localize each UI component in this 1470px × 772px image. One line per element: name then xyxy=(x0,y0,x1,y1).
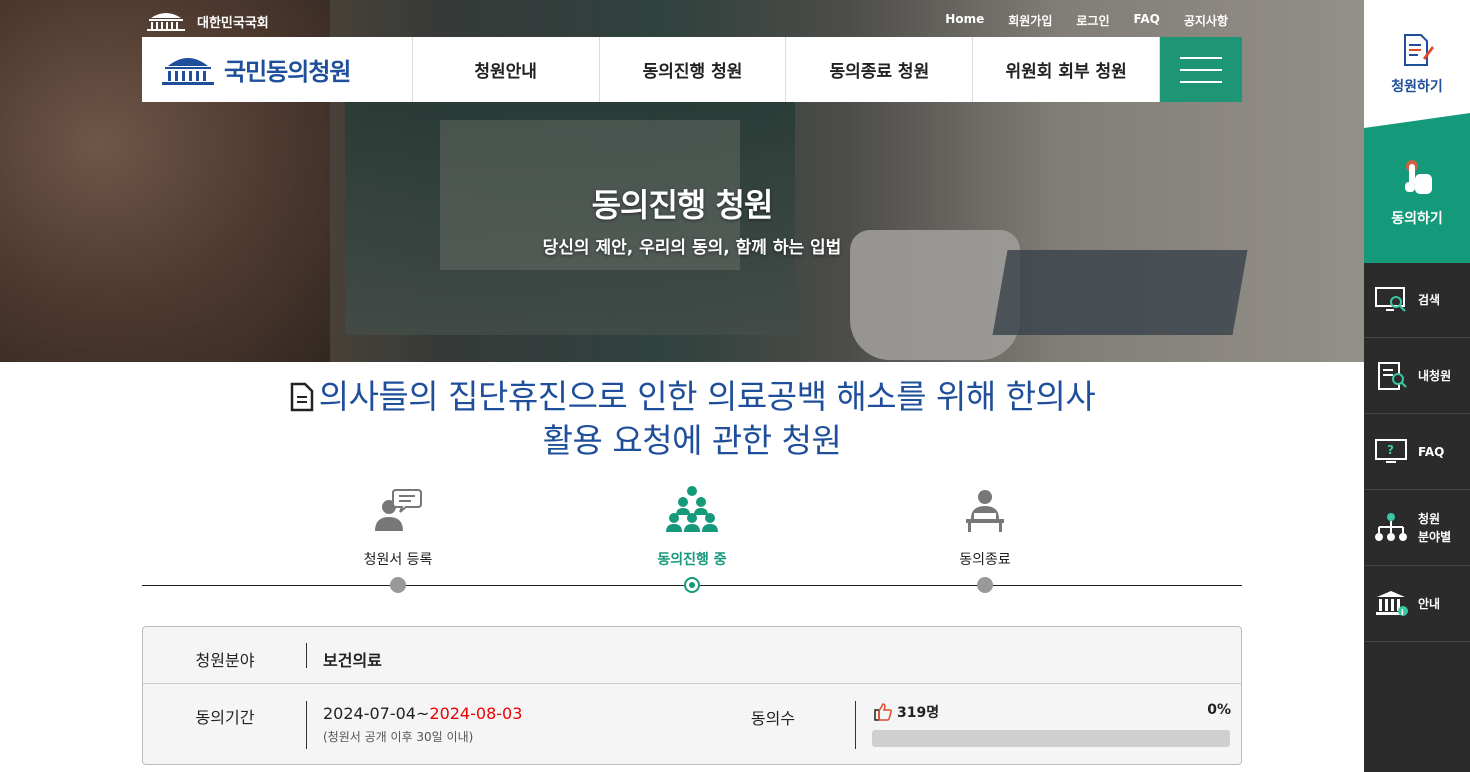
sidebar-menu: 검색 내청원 ? FAQ 청원 분야별 i 안내 xyxy=(1364,262,1470,642)
period-start: 2024-07-04~ xyxy=(323,704,430,723)
hero-subtitle: 당신의 제안, 우리의 동의, 함께 하는 입법 xyxy=(542,238,842,258)
thumbs-up-icon xyxy=(874,703,892,721)
sidebar-item-label: 검색 xyxy=(1418,292,1441,307)
agree-count-value: 319명 xyxy=(897,705,940,721)
write-document-icon xyxy=(1404,34,1434,66)
field-label: 청원분야 xyxy=(195,651,255,670)
agree-percent: 0% xyxy=(1207,702,1231,718)
hamburger-line xyxy=(1180,56,1223,59)
notice-link[interactable]: 공지사항 xyxy=(1184,12,1228,29)
agree-button[interactable]: 동의하기 xyxy=(1364,113,1470,263)
sidebar-item-label: 내청원 xyxy=(1418,368,1452,383)
sidebar-item-faq[interactable]: ? FAQ xyxy=(1364,414,1470,490)
hamburger-menu-button[interactable] xyxy=(1160,37,1242,102)
document-icon xyxy=(290,382,313,412)
hero-banner: 대한민국국회 Home 회원가입 로그인 FAQ 공지사항 국민동의청원 청원안… xyxy=(0,0,1364,362)
hamburger-line xyxy=(1180,80,1223,83)
sidebar-item-label: 청원 분야별 xyxy=(1418,511,1452,544)
right-sidebar: 청원하기 동의하기 검색 내청원 ? FAQ 청원 분야별 i 안내 xyxy=(1364,0,1470,772)
agree-progress-bar xyxy=(872,730,1230,747)
sidebar-item-label: FAQ xyxy=(1418,444,1445,459)
site-logo[interactable]: 국민동의청원 xyxy=(142,37,413,102)
faq-link[interactable]: FAQ xyxy=(1134,12,1160,29)
login-link[interactable]: 로그인 xyxy=(1076,12,1109,29)
signup-link[interactable]: 회원가입 xyxy=(1008,12,1052,29)
divider xyxy=(306,701,307,749)
nav-guide[interactable]: 청원안내 xyxy=(413,37,600,102)
petition-title: 의사들의 집단휴진으로 인한 의료공백 해소를 위해 한의사 활용 요청에 관한… xyxy=(142,375,1242,463)
stage-registered: 청원서 등록 xyxy=(298,478,498,569)
agree-label: 동의하기 xyxy=(1391,211,1443,227)
stage-dot-active xyxy=(684,577,700,593)
search-monitor-icon xyxy=(1375,286,1406,312)
stage-closed: 동의종료 xyxy=(885,478,1085,569)
stage-label: 동의종료 xyxy=(959,552,1011,568)
sidebar-item-label: 안내 xyxy=(1418,596,1441,611)
building-info-icon: i xyxy=(1376,590,1408,617)
svg-text:i: i xyxy=(1401,608,1404,617)
sidebar-item-search[interactable]: 검색 xyxy=(1364,262,1470,338)
my-document-icon xyxy=(1378,361,1407,390)
sidebar-item-category[interactable]: 청원 분야별 xyxy=(1364,490,1470,566)
stage-label: 청원서 등록 xyxy=(363,552,433,568)
petition-title-line1: 의사들의 집단휴진으로 인한 의료공백 해소를 위해 한의사 xyxy=(318,377,1096,416)
stage-label: 동의진행 중 xyxy=(657,552,727,568)
hero-title: 동의진행 청원 xyxy=(591,186,774,224)
pointing-hand-icon xyxy=(1405,160,1432,194)
assembly-logo[interactable]: 대한민국국회 xyxy=(145,10,269,32)
agreement-period: 2024-07-04~2024-08-03 xyxy=(323,704,522,723)
faq-monitor-icon: ? xyxy=(1375,438,1407,463)
divider xyxy=(855,701,856,749)
site-name: 국민동의청원 xyxy=(224,58,351,86)
svg-text:?: ? xyxy=(1387,443,1394,457)
period-label: 동의기간 xyxy=(195,708,255,727)
sidebar-item-my-petition[interactable]: 내청원 xyxy=(1364,338,1470,414)
agree-count: 319명 xyxy=(873,702,939,722)
speech-person-icon xyxy=(375,489,422,531)
site-logo-icon xyxy=(162,57,214,85)
people-group-icon xyxy=(666,486,718,532)
write-petition-label: 청원하기 xyxy=(1391,79,1443,95)
assembly-building-icon xyxy=(147,13,185,31)
period-note: (청원서 공개 이후 30일 이내) xyxy=(323,730,474,744)
stage-dot xyxy=(390,577,406,593)
person-at-desk-icon xyxy=(966,490,1004,532)
nav-committee[interactable]: 위원회 회부 청원 xyxy=(973,37,1161,102)
assembly-name: 대한민국국회 xyxy=(197,15,269,31)
info-row-field: 청원분야 보건의료 xyxy=(143,627,1241,684)
nav-closed[interactable]: 동의종료 청원 xyxy=(786,37,974,102)
count-label: 동의수 xyxy=(750,709,796,728)
field-value: 보건의료 xyxy=(323,651,382,670)
stage-dot xyxy=(977,577,993,593)
petition-title-line2: 활용 요청에 관한 청원 xyxy=(542,421,842,460)
nav-ongoing[interactable]: 동의진행 청원 xyxy=(600,37,787,102)
period-end: 2024-08-03 xyxy=(429,704,523,723)
org-chart-icon xyxy=(1375,512,1407,541)
home-link[interactable]: Home xyxy=(945,12,984,29)
top-links: Home 회원가입 로그인 FAQ 공지사항 xyxy=(945,12,1228,29)
main-navbar: 국민동의청원 청원안내 동의진행 청원 동의종료 청원 위원회 회부 청원 xyxy=(142,37,1242,102)
divider xyxy=(306,643,307,668)
hamburger-line xyxy=(1180,68,1223,71)
write-petition-button[interactable]: 청원하기 xyxy=(1364,0,1470,128)
petition-info-box: 청원분야 보건의료 동의기간 2024-07-04~2024-08-03 (청원… xyxy=(142,626,1242,765)
stage-in-progress: 동의진행 중 xyxy=(592,478,792,569)
sidebar-item-guide[interactable]: i 안내 xyxy=(1364,566,1470,642)
